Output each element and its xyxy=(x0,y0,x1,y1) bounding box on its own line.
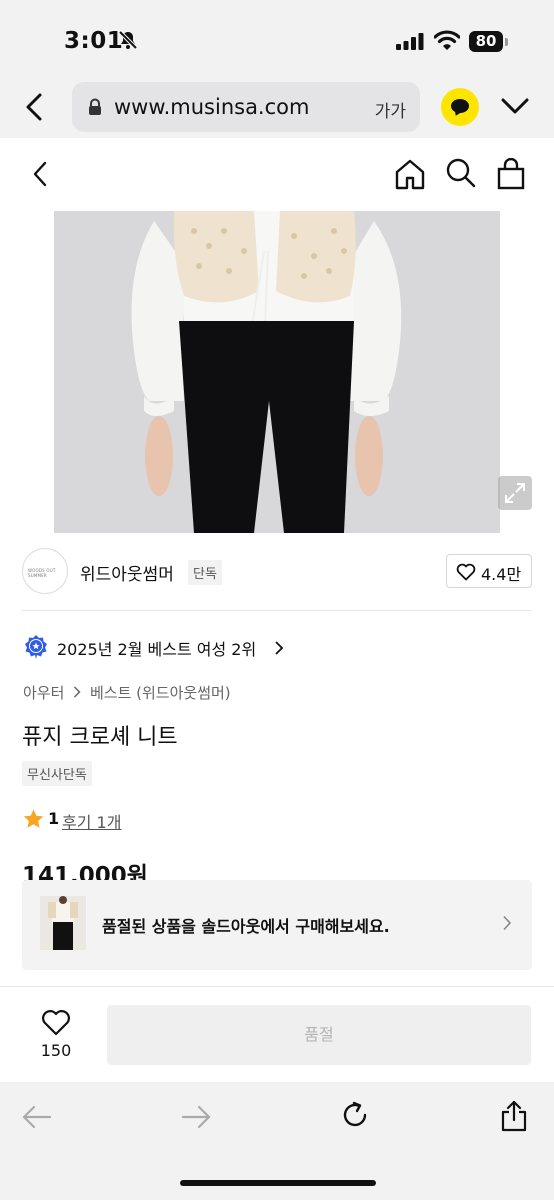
chevron-right-icon xyxy=(73,684,81,702)
search-icon[interactable] xyxy=(446,158,476,192)
brand-like-count: 4.4만 xyxy=(481,565,522,584)
expand-image-button[interactable] xyxy=(498,476,532,510)
back-icon[interactable] xyxy=(30,160,50,192)
heart-icon xyxy=(42,1010,70,1036)
category-link-best[interactable]: 베스트 (위드아웃썸머) xyxy=(90,684,231,702)
browser-address-bar: www.musinsa.com 가가 xyxy=(0,80,554,136)
url-text: www.musinsa.com xyxy=(114,95,310,119)
brand-exclusive-badge: 단독 xyxy=(188,560,222,585)
text-size-button[interactable]: 가가 xyxy=(375,97,406,122)
star-icon xyxy=(23,809,44,833)
category-breadcrumb: 아우터 베스트 (위드아웃썸머) xyxy=(23,682,231,703)
soldout-promo-banner[interactable]: 품절된 상품을 솔드아웃에서 구매해보세요. xyxy=(22,880,532,970)
brand-row: WOODS OUT SUMMER 위드아웃썸머 단독 4.4만 xyxy=(22,548,532,596)
product-page: WOODS OUT SUMMER 위드아웃썸머 단독 4.4만 2025년 2월… xyxy=(0,138,554,986)
category-link-outer[interactable]: 아우터 xyxy=(23,684,64,702)
battery-level: 80 xyxy=(475,32,497,50)
reload-icon[interactable] xyxy=(340,1100,370,1134)
status-bar: 3:01 80 xyxy=(0,0,554,80)
page-header xyxy=(0,138,554,210)
ranking-text: 2025년 2월 베스트 여성 2위 xyxy=(57,640,257,659)
wishlist-count: 150 xyxy=(40,1041,72,1060)
heart-icon xyxy=(456,563,476,581)
bell-slash-icon xyxy=(118,30,138,54)
soldout-thumbnail xyxy=(40,896,86,950)
arrow-right-icon[interactable] xyxy=(181,1104,211,1134)
purchase-action-bar: 150 품절 xyxy=(0,986,554,1082)
shopping-bag-icon[interactable] xyxy=(497,157,525,194)
lock-icon xyxy=(88,98,102,120)
medal-icon xyxy=(24,634,48,664)
wishlist-button[interactable]: 150 xyxy=(22,1005,90,1067)
soldout-promo-text: 품절된 상품을 솔드아웃에서 구매해보세요. xyxy=(102,917,390,936)
battery-cap xyxy=(505,38,508,46)
browser-toolbar xyxy=(0,1082,554,1200)
share-icon[interactable] xyxy=(499,1100,529,1136)
brand-logo[interactable]: WOODS OUT SUMMER xyxy=(22,548,68,594)
review-link[interactable]: 후기 1개 xyxy=(62,809,121,833)
divider xyxy=(22,610,532,611)
brand-name[interactable]: 위드아웃썸머 xyxy=(80,560,174,585)
cellular-signal-icon xyxy=(396,33,424,54)
chevron-right-icon xyxy=(502,915,512,935)
expand-icon xyxy=(505,483,525,503)
rating-value: 1 xyxy=(48,809,60,828)
battery-indicator: 80 xyxy=(469,31,503,52)
url-field[interactable]: www.musinsa.com 가가 xyxy=(72,82,420,132)
product-title: 퓨지 크로셰 니트 xyxy=(22,725,178,750)
arrow-left-icon[interactable] xyxy=(22,1104,52,1134)
exclusive-badge: 무신사단독 xyxy=(22,761,92,786)
brand-logo-text: WOODS OUT SUMMER xyxy=(28,568,56,578)
brand-like-button[interactable]: 4.4만 xyxy=(446,554,532,588)
ranking-link[interactable]: 2025년 2월 베스트 여성 2위 xyxy=(24,634,424,660)
status-time: 3:01 xyxy=(64,28,124,54)
wifi-icon xyxy=(433,30,461,54)
home-icon[interactable] xyxy=(394,158,426,194)
chevron-down-icon[interactable] xyxy=(500,96,530,120)
kakao-chat-button[interactable] xyxy=(441,88,479,126)
home-indicator xyxy=(180,1180,376,1186)
chevron-right-icon xyxy=(274,640,284,659)
soldout-button[interactable]: 품절 xyxy=(107,1005,531,1065)
product-image[interactable] xyxy=(54,211,500,533)
browser-back-icon[interactable] xyxy=(22,92,46,122)
